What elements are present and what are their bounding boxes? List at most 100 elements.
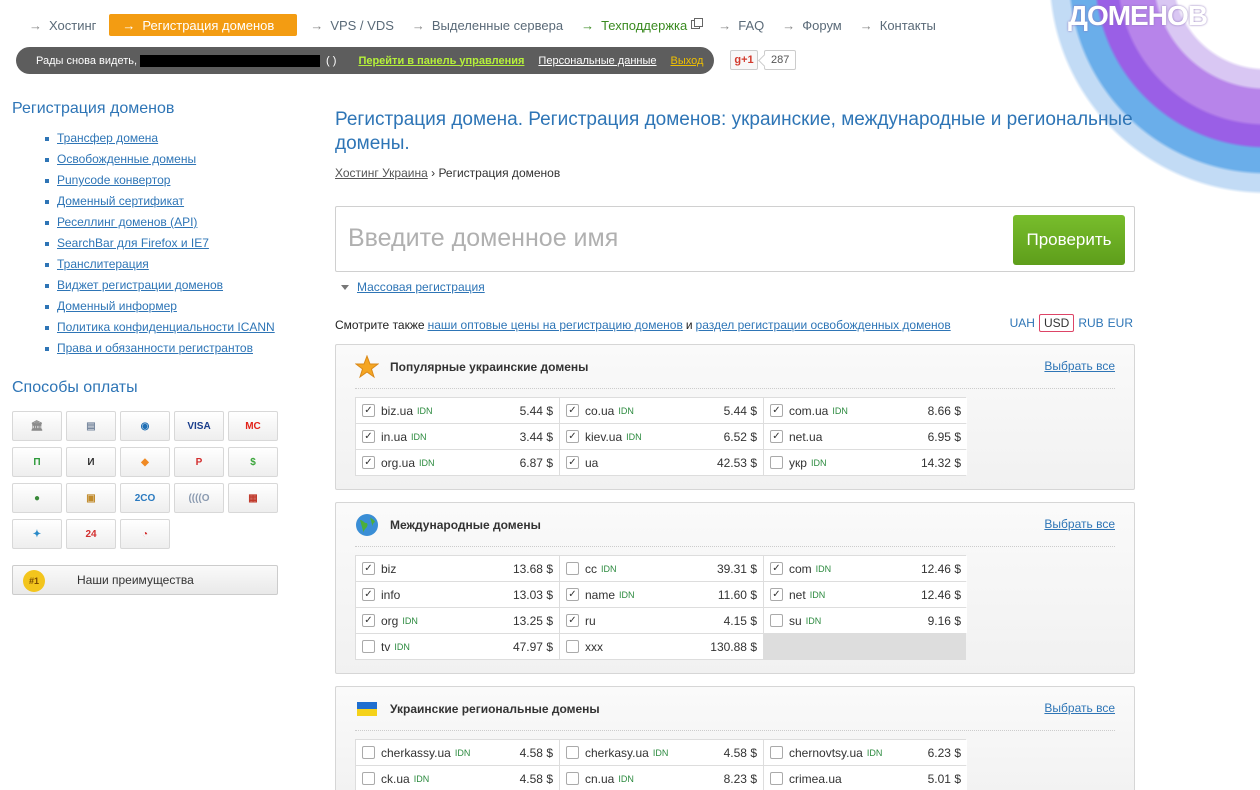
domain-cell[interactable]: ✓ org IDN 13.25 $ [356,608,559,633]
payment-method[interactable]: ◔ [120,519,170,549]
domain-search-input[interactable] [348,221,998,255]
checkbox-checked[interactable]: ✓ [566,456,579,469]
sidebar-link[interactable]: Доменный сертификат [57,194,184,208]
sidebar-link[interactable]: Реселлинг доменов (API) [57,215,197,229]
nav-item[interactable]: → Регистрация доменов [109,14,298,36]
payment-method[interactable]: 🏛 [12,411,62,441]
wholesale-prices-link[interactable]: наши оптовые цены на регистрацию доменов [428,318,683,332]
checkbox-unchecked[interactable] [362,640,375,653]
sidebar-link[interactable]: SearchBar для Firefox и IE7 [57,236,209,250]
checkbox-checked[interactable]: ✓ [362,562,375,575]
checkbox-unchecked[interactable] [566,772,579,785]
domain-cell[interactable]: ✓ org.ua IDN 6.87 $ [356,450,559,475]
checkbox-unchecked[interactable] [770,614,783,627]
domain-cell[interactable]: ✓ name IDN 11.60 $ [560,582,763,607]
sidebar-link[interactable]: Punycode конвертор [57,173,170,187]
payment-method[interactable]: 2CO [120,483,170,513]
checkbox-unchecked[interactable] [770,746,783,759]
payment-method[interactable]: ◆ [120,447,170,477]
nav-item[interactable]: → VPS / VDS [301,14,403,36]
checkbox-checked[interactable]: ✓ [362,430,375,443]
domain-cell[interactable]: ck.ua IDN 4.58 $ [356,766,559,790]
domain-cell[interactable]: cc IDN 39.31 $ [560,556,763,581]
personal-data-link[interactable]: Персональные данные [538,55,656,67]
payment-method[interactable]: ✦ [12,519,62,549]
currency-option[interactable]: EUR [1106,316,1135,330]
expired-domains-link[interactable]: раздел регистрации освобожденных доменов [696,318,951,332]
select-all-link[interactable]: Выбрать все [1044,359,1115,373]
domain-cell[interactable]: ✓ net IDN 12.46 $ [764,582,967,607]
checkbox-checked[interactable]: ✓ [770,588,783,601]
domain-cell[interactable]: ✓ com.ua IDN 8.66 $ [764,398,967,423]
checkbox-checked[interactable]: ✓ [362,614,375,627]
checkbox-checked[interactable]: ✓ [566,430,579,443]
breadcrumb-home-link[interactable]: Хостинг Украина [335,166,428,180]
domain-cell[interactable]: ✓ net.ua 6.95 $ [764,424,967,449]
domain-cell[interactable]: xxx 130.88 $ [560,634,763,659]
domain-cell[interactable]: crimea.ua 5.01 $ [764,766,967,790]
checkbox-checked[interactable]: ✓ [566,614,579,627]
checkbox-unchecked[interactable] [362,772,375,785]
control-panel-link[interactable]: Перейти в панель управления [358,55,524,67]
payment-method[interactable]: P [174,447,224,477]
sidebar-link[interactable]: Права и обязанности регистрантов [57,341,253,355]
payment-method[interactable]: ● [12,483,62,513]
domain-cell[interactable]: cn.ua IDN 8.23 $ [560,766,763,790]
payment-method[interactable]: ((((O [174,483,224,513]
domain-cell[interactable]: ✓ ru 4.15 $ [560,608,763,633]
checkbox-unchecked[interactable] [362,746,375,759]
currency-option[interactable]: USD [1038,314,1075,332]
payment-method[interactable]: ▦ [228,483,278,513]
checkbox-checked[interactable]: ✓ [566,588,579,601]
nav-item[interactable]: → Техподдержка [572,14,709,36]
checkbox-unchecked[interactable] [566,746,579,759]
checkbox-checked[interactable]: ✓ [770,404,783,417]
sidebar-link[interactable]: Доменный информер [57,299,177,313]
mass-registration-toggle[interactable]: Массовая регистрация [335,280,1135,294]
payment-method[interactable]: $ [228,447,278,477]
checkbox-checked[interactable]: ✓ [770,562,783,575]
nav-item[interactable]: → Форум [773,14,851,36]
checkbox-unchecked[interactable] [770,456,783,469]
domain-cell[interactable]: ✓ kiev.ua IDN 6.52 $ [560,424,763,449]
checkbox-unchecked[interactable] [566,640,579,653]
check-domain-button[interactable]: Проверить [1013,215,1125,265]
domain-cell[interactable]: cherkassy.ua IDN 4.58 $ [356,740,559,765]
select-all-link[interactable]: Выбрать все [1044,517,1115,531]
nav-item[interactable]: → Выделенные сервера [403,14,572,36]
domain-cell[interactable]: tv IDN 47.97 $ [356,634,559,659]
currency-option[interactable]: UAH [1008,316,1037,330]
domain-cell[interactable]: ✓ biz 13.68 $ [356,556,559,581]
sidebar-link[interactable]: Виджет регистрации доменов [57,278,223,292]
payment-method[interactable]: ▤ [66,411,116,441]
nav-item[interactable]: → Контакты [851,14,945,36]
mass-registration-link[interactable]: Массовая регистрация [357,280,485,294]
domain-cell[interactable]: su IDN 9.16 $ [764,608,967,633]
checkbox-checked[interactable]: ✓ [770,430,783,443]
checkbox-checked[interactable]: ✓ [362,456,375,469]
payment-method[interactable]: 24 [66,519,116,549]
sidebar-link[interactable]: Трансфер домена [57,131,158,145]
nav-item[interactable]: → Хостинг [20,14,105,36]
payment-method[interactable]: VISA [174,411,224,441]
domain-cell[interactable]: ✓ com IDN 12.46 $ [764,556,967,581]
payment-method[interactable]: И [66,447,116,477]
advantages-button[interactable]: #1 Наши преимущества [12,565,278,595]
domain-cell[interactable]: укр IDN 14.32 $ [764,450,967,475]
payment-method[interactable]: Π [12,447,62,477]
currency-option[interactable]: RUB [1076,316,1105,330]
sidebar-link[interactable]: Политика конфиденциальности ICANN [57,320,275,334]
domain-cell[interactable]: chernovtsy.ua IDN 6.23 $ [764,740,967,765]
checkbox-checked[interactable]: ✓ [362,404,375,417]
google-plus-button[interactable]: g+1 [730,50,758,70]
logout-link[interactable]: Выход [671,55,704,67]
domain-cell[interactable]: cherkasy.ua IDN 4.58 $ [560,740,763,765]
sidebar-link[interactable]: Транслитерация [57,257,149,271]
payment-method[interactable]: ▣ [66,483,116,513]
payment-method[interactable]: ◉ [120,411,170,441]
domain-cell[interactable]: ✓ info 13.03 $ [356,582,559,607]
payment-method[interactable]: MC [228,411,278,441]
checkbox-checked[interactable]: ✓ [566,404,579,417]
nav-item[interactable]: → FAQ [709,14,773,36]
domain-cell[interactable]: ✓ co.ua IDN 5.44 $ [560,398,763,423]
